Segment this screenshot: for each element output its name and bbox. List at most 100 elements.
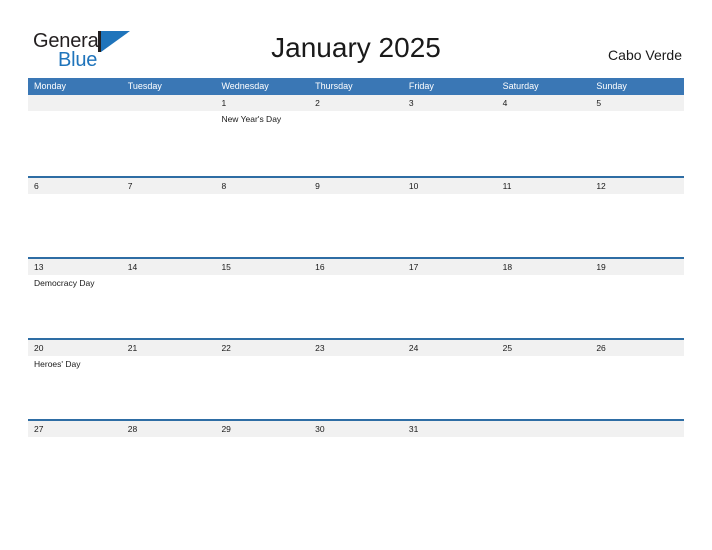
day-number[interactable]: 17 [403, 259, 497, 275]
day-number[interactable]: 23 [309, 340, 403, 356]
day-number[interactable]: 24 [403, 340, 497, 356]
weekday-header-sunday: Sunday [596, 81, 627, 91]
day-number[interactable]: 8 [215, 178, 309, 194]
day-number[interactable]: 1 [215, 95, 309, 111]
calendar-page: General Blue January 2025 Cabo Verde Mon… [0, 0, 712, 550]
day-cell[interactable] [215, 356, 309, 419]
day-number[interactable]: 9 [309, 178, 403, 194]
day-number-empty [590, 421, 684, 437]
day-cell[interactable] [309, 437, 403, 500]
day-cell[interactable] [215, 437, 309, 500]
day-number[interactable]: 31 [403, 421, 497, 437]
day-cell[interactable] [497, 356, 591, 419]
week-event-band [28, 194, 684, 257]
day-cell[interactable] [403, 275, 497, 338]
day-cell [590, 437, 684, 500]
calendar-grid: Monday Tuesday Wednesday Thursday Friday… [28, 78, 684, 500]
day-cell[interactable] [497, 111, 591, 174]
week-date-band: 27 28 29 30 31 [28, 421, 684, 437]
day-cell[interactable] [122, 194, 216, 257]
day-number[interactable]: 26 [590, 340, 684, 356]
week-date-band: 6 7 8 9 10 11 12 [28, 178, 684, 194]
day-cell[interactable] [122, 275, 216, 338]
day-number[interactable]: 19 [590, 259, 684, 275]
day-cell[interactable] [122, 437, 216, 500]
day-number[interactable]: 5 [590, 95, 684, 111]
day-cell [497, 437, 591, 500]
day-number[interactable]: 4 [497, 95, 591, 111]
day-cell[interactable]: Heroes' Day [28, 356, 122, 419]
day-cell[interactable] [497, 275, 591, 338]
day-cell[interactable] [309, 111, 403, 174]
day-cell[interactable] [590, 275, 684, 338]
calendar-week-row: 1 2 3 4 5 New Year's Day [28, 95, 684, 176]
week-event-band [28, 437, 684, 500]
day-number[interactable]: 21 [122, 340, 216, 356]
day-number-empty [28, 95, 122, 111]
day-number[interactable]: 28 [122, 421, 216, 437]
holiday-event-label: New Year's Day [221, 114, 282, 124]
day-number[interactable]: 16 [309, 259, 403, 275]
week-event-band: Heroes' Day [28, 356, 684, 419]
day-cell[interactable] [590, 356, 684, 419]
day-number[interactable]: 14 [122, 259, 216, 275]
calendar-week-row: 27 28 29 30 31 [28, 419, 684, 500]
day-cell[interactable] [403, 437, 497, 500]
day-number[interactable]: 3 [403, 95, 497, 111]
day-number[interactable]: 18 [497, 259, 591, 275]
day-number[interactable]: 13 [28, 259, 122, 275]
page-masthead: General Blue January 2025 Cabo Verde [0, 0, 712, 78]
week-event-band: New Year's Day [28, 111, 684, 174]
day-cell[interactable] [590, 194, 684, 257]
day-number[interactable]: 20 [28, 340, 122, 356]
day-cell [122, 111, 216, 174]
weekday-header-monday: Monday [34, 81, 67, 91]
day-number[interactable]: 30 [309, 421, 403, 437]
day-cell[interactable] [28, 194, 122, 257]
day-number[interactable]: 15 [215, 259, 309, 275]
day-number[interactable]: 7 [122, 178, 216, 194]
day-number[interactable]: 6 [28, 178, 122, 194]
day-number[interactable]: 25 [497, 340, 591, 356]
week-event-band: Democracy Day [28, 275, 684, 338]
day-cell[interactable] [309, 275, 403, 338]
day-cell[interactable] [497, 194, 591, 257]
day-cell[interactable] [309, 194, 403, 257]
region-label: Cabo Verde [608, 47, 682, 63]
calendar-week-row: 20 21 22 23 24 25 26 Heroes' Day [28, 338, 684, 419]
day-cell[interactable] [215, 275, 309, 338]
weekday-header-saturday: Saturday [502, 81, 539, 91]
day-cell[interactable]: Democracy Day [28, 275, 122, 338]
week-date-band: 12345 [28, 95, 684, 111]
day-cell[interactable] [28, 437, 122, 500]
day-number[interactable]: 22 [215, 340, 309, 356]
calendar-week-row: 6 7 8 9 10 11 12 [28, 176, 684, 257]
day-number-empty [122, 95, 216, 111]
holiday-event-label: Democracy Day [34, 278, 95, 288]
weekday-header-row: Monday Tuesday Wednesday Thursday Friday… [28, 78, 684, 95]
weekday-header-wednesday: Wednesday [221, 81, 269, 91]
day-cell[interactable] [590, 111, 684, 174]
day-cell[interactable]: New Year's Day [215, 111, 309, 174]
day-number[interactable]: 29 [215, 421, 309, 437]
day-cell[interactable] [309, 356, 403, 419]
day-number[interactable]: 12 [590, 178, 684, 194]
day-cell[interactable] [403, 194, 497, 257]
holiday-event-label: Heroes' Day [34, 359, 81, 369]
day-number[interactable]: 27 [28, 421, 122, 437]
calendar-week-row: 13 14 15 16 17 18 19 Democracy Day [28, 257, 684, 338]
weekday-header-friday: Friday [408, 81, 434, 91]
day-cell[interactable] [403, 111, 497, 174]
week-date-band: 13 14 15 16 17 18 19 [28, 259, 684, 275]
page-title: January 2025 [271, 32, 441, 63]
weekday-header-thursday: Thursday [315, 81, 353, 91]
day-cell[interactable] [403, 356, 497, 419]
day-number[interactable]: 10 [403, 178, 497, 194]
day-number-empty [497, 421, 591, 437]
day-cell[interactable] [122, 356, 216, 419]
day-number[interactable]: 11 [497, 178, 591, 194]
calendar-weeks: 1 2 3 4 5 New Year's Day 6 7 8 9 10 11 12 13 14 15 16 17 1… [28, 95, 684, 500]
day-number[interactable]: 2 [309, 95, 403, 111]
week-date-band: 20 21 22 23 24 25 26 [28, 340, 684, 356]
day-cell[interactable] [215, 194, 309, 257]
